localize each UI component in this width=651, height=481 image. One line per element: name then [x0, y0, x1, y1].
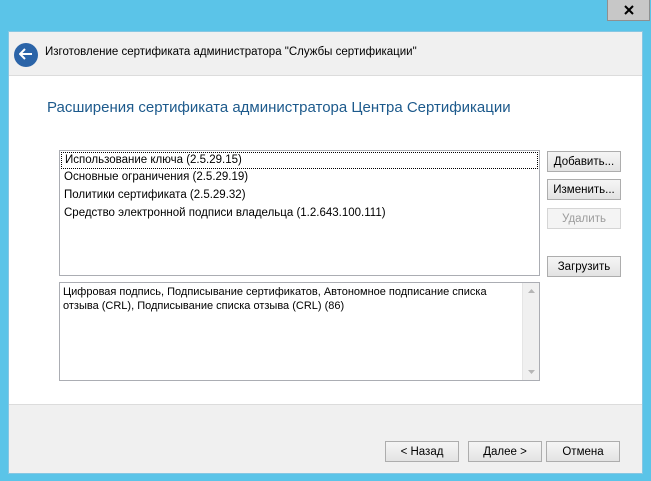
back-arrow-button[interactable]: [14, 43, 38, 67]
list-item[interactable]: Основные ограничения (2.5.29.19): [61, 169, 538, 186]
list-item[interactable]: Политики сертификата (2.5.29.32): [61, 187, 538, 204]
close-button[interactable]: [607, 0, 650, 21]
back-button[interactable]: < Назад: [385, 441, 459, 462]
description-text: Цифровая подпись, Подписывание сертифика…: [63, 286, 487, 312]
close-icon: [623, 5, 634, 15]
vertical-scrollbar[interactable]: [522, 283, 539, 380]
wizard-footer: < Назад Далее > Отмена: [9, 404, 642, 473]
edit-button[interactable]: Изменить...: [547, 179, 621, 200]
wizard-title: Изготовление сертификата администратора …: [45, 46, 417, 58]
wizard-content: Расширения сертификата администратора Це…: [9, 76, 642, 404]
back-arrow-icon: [18, 47, 33, 63]
extension-description: Цифровая подпись, Подписывание сертифика…: [59, 282, 540, 381]
extensions-list[interactable]: Использование ключа (2.5.29.15) Основные…: [59, 150, 540, 276]
next-button[interactable]: Далее >: [468, 441, 542, 462]
scroll-down-icon[interactable]: [523, 364, 539, 380]
dialog-window: Изготовление сертификата администратора …: [0, 0, 651, 481]
delete-button[interactable]: Удалить: [547, 208, 621, 229]
wizard-client-area: Изготовление сертификата администратора …: [8, 31, 643, 474]
wizard-header: Изготовление сертификата администратора …: [9, 32, 642, 76]
list-item[interactable]: Использование ключа (2.5.29.15): [61, 152, 538, 169]
load-button[interactable]: Загрузить: [547, 256, 621, 277]
add-button[interactable]: Добавить...: [547, 151, 621, 172]
list-item[interactable]: Средство электронной подписи владельца (…: [61, 205, 538, 222]
scroll-up-icon[interactable]: [523, 283, 539, 299]
cancel-button[interactable]: Отмена: [546, 441, 620, 462]
page-heading: Расширения сертификата администратора Це…: [47, 99, 511, 116]
